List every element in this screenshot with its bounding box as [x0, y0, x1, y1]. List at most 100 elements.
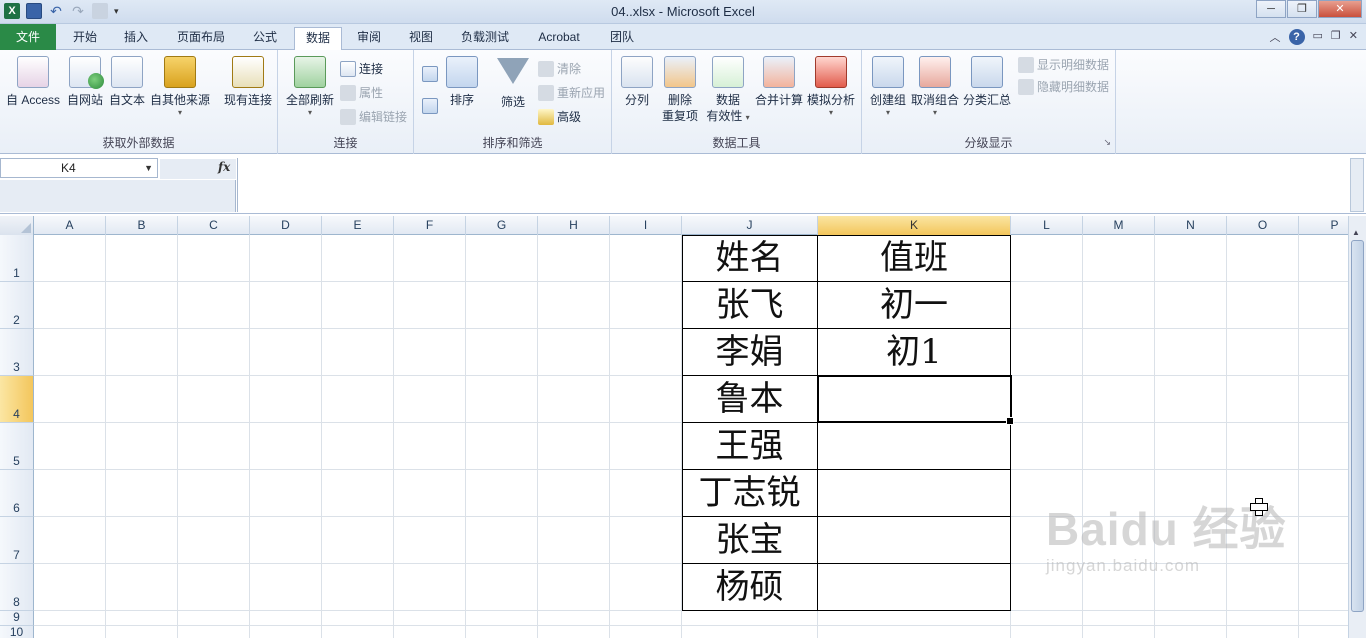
- properties-icon: [340, 84, 356, 101]
- name-box[interactable]: K4 ▼: [0, 158, 158, 178]
- cell-k6[interactable]: [818, 470, 1011, 517]
- row-header-10[interactable]: 10: [0, 625, 34, 638]
- column-header-o[interactable]: O: [1227, 216, 1299, 235]
- ungroup-button[interactable]: 取消组合 ▾: [910, 56, 960, 118]
- filter-button[interactable]: 筛选: [494, 58, 532, 110]
- existing-connections-button[interactable]: 现有连接: [220, 56, 276, 108]
- column-header-m[interactable]: M: [1083, 216, 1155, 235]
- formula-bar-scrollbar[interactable]: [1350, 158, 1364, 212]
- chevron-down-icon[interactable]: ▼: [144, 159, 153, 177]
- column-header-n[interactable]: N: [1155, 216, 1227, 235]
- tab-review[interactable]: 审阅: [348, 27, 390, 50]
- cell-j5[interactable]: 王强: [682, 423, 818, 470]
- row-header-1[interactable]: 1: [0, 235, 34, 282]
- column-header-a[interactable]: A: [34, 216, 106, 235]
- row-header-7[interactable]: 7: [0, 517, 34, 564]
- cell-k7[interactable]: [818, 517, 1011, 564]
- connections-button[interactable]: 连接: [340, 60, 383, 77]
- row-header-4[interactable]: 4: [0, 376, 34, 423]
- column-header-f[interactable]: F: [394, 216, 466, 235]
- sort-descending-button[interactable]: [422, 98, 438, 114]
- from-text-button[interactable]: 自文本: [106, 56, 148, 108]
- tab-home[interactable]: 开始: [62, 27, 108, 50]
- cell-j3[interactable]: 李娟: [682, 329, 818, 376]
- column-header-d[interactable]: D: [250, 216, 322, 235]
- tab-insert[interactable]: 插入: [114, 27, 158, 50]
- tab-file[interactable]: 文件: [0, 24, 56, 50]
- dialog-launcher-icon[interactable]: ↘: [1103, 137, 1111, 148]
- from-access-button[interactable]: 自 Access: [4, 56, 62, 108]
- row-header-5[interactable]: 5: [0, 423, 34, 470]
- reapply-button[interactable]: 重新应用: [538, 84, 605, 101]
- workbook-minimize-icon[interactable]: ▭: [1313, 29, 1323, 45]
- row-header-9[interactable]: 9: [0, 610, 34, 626]
- group-button[interactable]: 创建组 ▾: [866, 56, 910, 118]
- consolidate-button[interactable]: 合并计算: [752, 56, 806, 108]
- close-button[interactable]: ✕: [1318, 0, 1362, 18]
- cell-j2[interactable]: 张飞: [682, 282, 818, 329]
- edit-links-button[interactable]: 编辑链接: [340, 108, 407, 125]
- advanced-filter-button[interactable]: 高级: [538, 108, 581, 125]
- text-to-columns-button[interactable]: 分列: [620, 56, 654, 108]
- tab-page-layout[interactable]: 页面布局: [168, 27, 234, 50]
- tab-load-test[interactable]: 负载测试: [452, 27, 518, 50]
- vertical-scrollbar[interactable]: ▲: [1348, 216, 1366, 638]
- minimize-ribbon-icon[interactable]: ︿: [1270, 29, 1281, 45]
- cell-k3[interactable]: 初1: [818, 329, 1011, 376]
- cell-j6[interactable]: 丁志锐: [682, 470, 818, 517]
- cell-j4[interactable]: 鲁本: [682, 376, 818, 423]
- column-header-l[interactable]: L: [1011, 216, 1083, 235]
- cell-j7[interactable]: 张宝: [682, 517, 818, 564]
- data-validation-button[interactable]: 数据 有效性 ▾: [704, 56, 752, 124]
- show-detail-button[interactable]: 显示明细数据: [1018, 56, 1109, 73]
- active-cell-selection[interactable]: [817, 375, 1014, 425]
- cell-k5[interactable]: [818, 423, 1011, 470]
- column-header-b[interactable]: B: [106, 216, 178, 235]
- from-web-button[interactable]: 自网站: [64, 56, 106, 108]
- from-other-sources-button[interactable]: 自其他来源 ▾: [148, 56, 212, 118]
- row-header-8[interactable]: 8: [0, 564, 34, 611]
- insert-function-button[interactable]: fx: [218, 160, 230, 174]
- row-header-3[interactable]: 3: [0, 329, 34, 376]
- sort-ascending-button[interactable]: [422, 66, 438, 82]
- minimize-button[interactable]: ─: [1256, 0, 1286, 18]
- sort-button[interactable]: 排序: [446, 56, 478, 108]
- subtotal-button[interactable]: 分类汇总: [962, 56, 1012, 108]
- formula-input[interactable]: [237, 158, 1347, 212]
- workbook-close-icon[interactable]: ✕: [1349, 29, 1358, 45]
- cell-j1[interactable]: 姓名: [682, 235, 818, 282]
- clear-filter-button[interactable]: 清除: [538, 60, 581, 77]
- tab-team[interactable]: 团队: [600, 27, 644, 50]
- column-header-p[interactable]: P: [1299, 216, 1348, 235]
- scroll-up-icon[interactable]: ▲: [1352, 228, 1360, 237]
- select-all-button[interactable]: [0, 216, 34, 235]
- cell-k8[interactable]: [818, 564, 1011, 611]
- tab-acrobat[interactable]: Acrobat: [528, 27, 590, 50]
- column-header-g[interactable]: G: [466, 216, 538, 235]
- cell-j8[interactable]: 杨硕: [682, 564, 818, 611]
- restore-button[interactable]: ❐: [1287, 0, 1317, 18]
- tab-view[interactable]: 视图: [400, 27, 442, 50]
- tab-formulas[interactable]: 公式: [244, 27, 286, 50]
- scrollbar-thumb[interactable]: [1351, 240, 1364, 612]
- column-header-h[interactable]: H: [538, 216, 610, 235]
- what-if-analysis-button[interactable]: 模拟分析 ▾: [806, 56, 856, 118]
- grid-line: [1082, 235, 1083, 638]
- properties-button[interactable]: 属性: [340, 84, 383, 101]
- row-header-6[interactable]: 6: [0, 470, 34, 517]
- tab-data[interactable]: 数据: [294, 27, 342, 50]
- group-external-data: 自 Access 自网站 自文本 自其他来源 ▾ 现有连接 获取外部数据: [0, 50, 278, 154]
- remove-duplicates-button[interactable]: 删除 重复项: [660, 56, 700, 124]
- column-header-e[interactable]: E: [322, 216, 394, 235]
- refresh-all-button[interactable]: 全部刷新 ▾: [284, 56, 336, 118]
- workbook-restore-icon[interactable]: ❐: [1331, 29, 1341, 45]
- cell-k1[interactable]: 值班: [818, 235, 1011, 282]
- column-header-k[interactable]: K: [818, 216, 1011, 235]
- cell-k2[interactable]: 初一: [818, 282, 1011, 329]
- help-icon[interactable]: ?: [1288, 29, 1305, 45]
- hide-detail-button[interactable]: 隐藏明细数据: [1018, 78, 1109, 95]
- column-header-j[interactable]: J: [682, 216, 818, 235]
- row-header-2[interactable]: 2: [0, 282, 34, 329]
- column-header-i[interactable]: I: [610, 216, 682, 235]
- column-header-c[interactable]: C: [178, 216, 250, 235]
